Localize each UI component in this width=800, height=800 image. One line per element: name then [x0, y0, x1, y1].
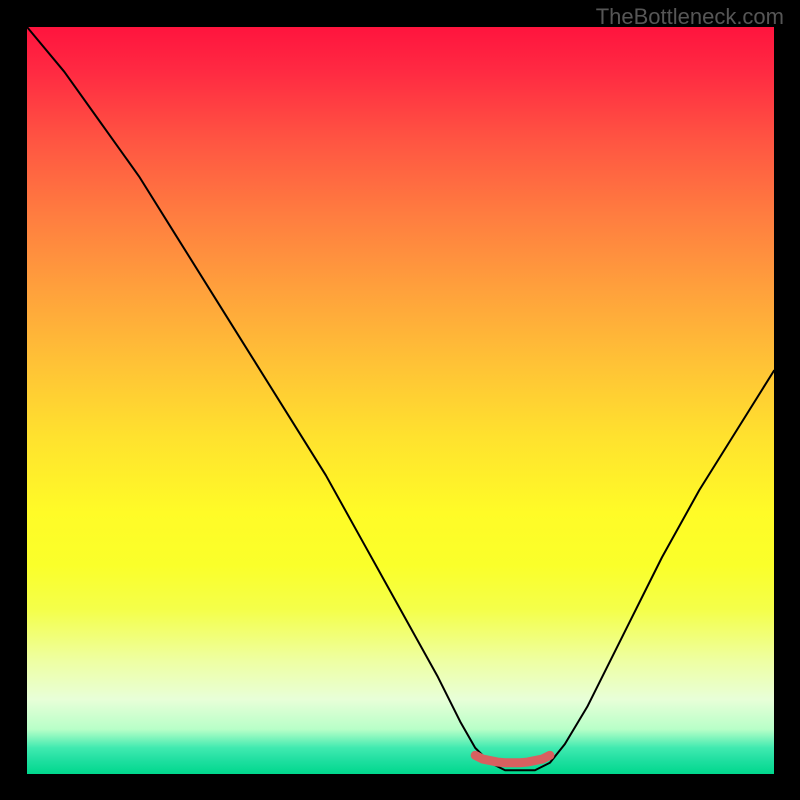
sweet-spot-marker	[475, 755, 550, 762]
plot-area	[27, 27, 774, 774]
chart-svg	[27, 27, 774, 774]
watermark-text: TheBottleneck.com	[596, 4, 784, 30]
bottleneck-curve	[27, 27, 774, 770]
chart-container: TheBottleneck.com	[0, 0, 800, 800]
